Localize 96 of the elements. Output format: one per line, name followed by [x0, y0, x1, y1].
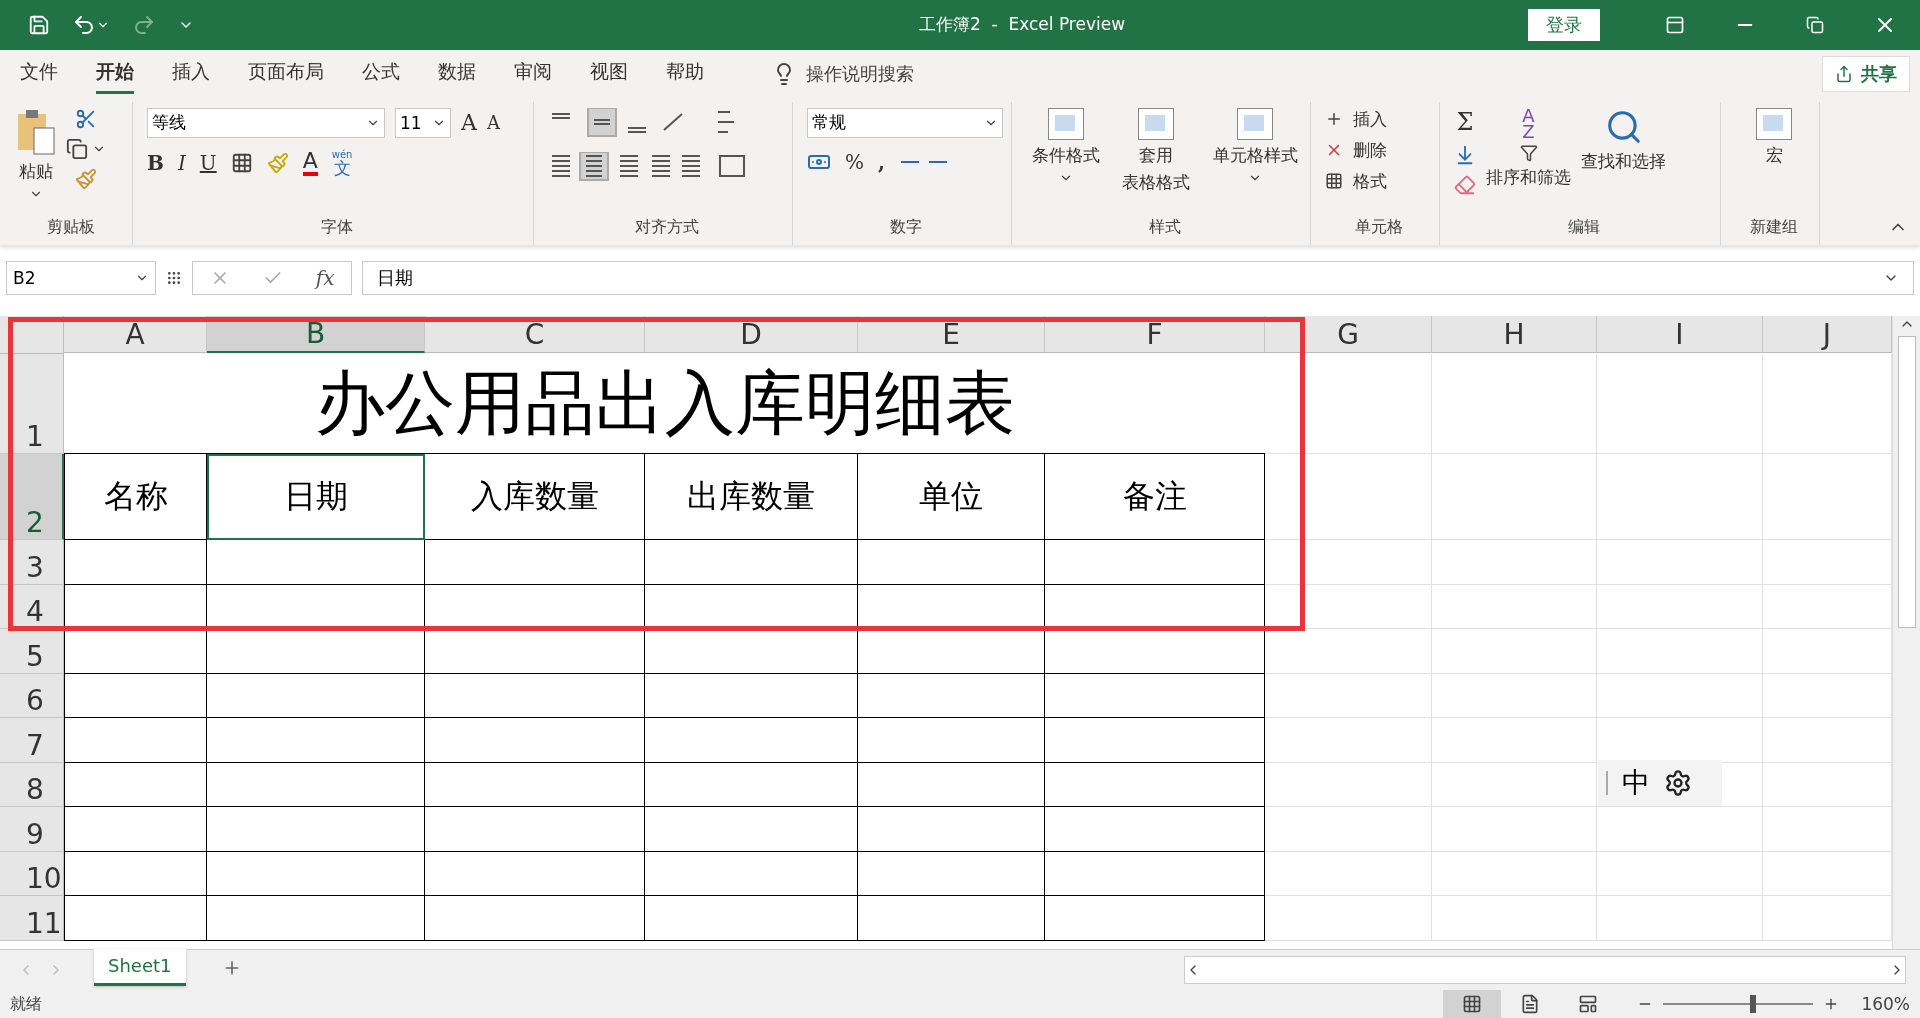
ribbon-tab[interactable]: 公式	[362, 53, 400, 95]
row-header[interactable]: 3	[0, 540, 64, 585]
format-cells-button[interactable]: 格式	[1325, 169, 1387, 193]
column-header[interactable]: J	[1763, 316, 1892, 354]
table-icon	[1138, 107, 1175, 140]
group-label: 剪贴板	[46, 217, 96, 239]
grid-icon	[1325, 172, 1343, 191]
column-header[interactable]: I	[1597, 316, 1763, 354]
view-icon[interactable]	[1462, 994, 1483, 1014]
ribbon-tab[interactable]: 页面布局	[248, 53, 324, 95]
name-box[interactable]: B2	[6, 261, 156, 296]
sheet-tab[interactable]: Sheet1	[94, 948, 186, 986]
row-header[interactable]: 8	[0, 762, 64, 808]
insert-function-button[interactable]: fx	[315, 266, 335, 291]
view-icon[interactable]	[1578, 994, 1599, 1014]
bold-button[interactable]: B	[147, 151, 164, 176]
table-cell: 备注	[1045, 454, 1265, 541]
horizontal-scrollbar[interactable]	[1184, 956, 1906, 985]
scissors-icon[interactable]	[75, 107, 97, 130]
input-mode-label[interactable]: 中	[1622, 764, 1650, 802]
window-title: 工作簿2 - Excel Preview	[917, 13, 1127, 37]
group-label: 编辑	[1567, 217, 1601, 239]
cell-style-icon	[1237, 107, 1274, 140]
group-label: 样式	[1148, 217, 1182, 239]
borders-icon[interactable]	[230, 152, 253, 175]
filter-icon	[1519, 144, 1538, 163]
ribbon-tab[interactable]: 数据	[438, 53, 476, 95]
table-cell: 名称	[64, 454, 207, 541]
title-cell: 办公用品出入库明细表	[64, 354, 1265, 455]
paste-button[interactable]: 粘贴	[16, 107, 56, 201]
table-cell: 单位	[858, 454, 1045, 541]
delete-cells-button[interactable]: 删除	[1325, 138, 1387, 162]
grip-icon	[166, 270, 182, 287]
row-header[interactable]: 10	[0, 851, 64, 897]
find-select-button[interactable]: 查找和选择	[1581, 107, 1666, 173]
clipboard-icon	[16, 107, 56, 156]
formula-field[interactable]: 日期	[362, 261, 1914, 296]
macro-icon	[1756, 107, 1792, 140]
restore-icon[interactable]	[1806, 15, 1824, 34]
vertical-scrollbar[interactable]	[1892, 316, 1920, 950]
sort-filter-button[interactable]: A Z 排序和筛选	[1486, 107, 1571, 190]
table-cell: 出库数量	[645, 454, 858, 541]
row-header[interactable]: 11	[0, 896, 64, 941]
row-header[interactable]: 5	[0, 629, 64, 674]
cell-styles-button[interactable]: 单元格样式	[1212, 107, 1298, 185]
eraser-icon[interactable]	[1454, 173, 1476, 196]
group-label: 数字	[889, 217, 923, 239]
shrink-font-button[interactable]: A	[486, 112, 500, 134]
settings-icon[interactable]	[1664, 769, 1692, 797]
autosum-button[interactable]: Σ	[1456, 107, 1474, 136]
sign-in-button[interactable]: 登录	[1528, 8, 1600, 41]
row-header[interactable]: 6	[0, 673, 64, 719]
font-name-field[interactable]: 等线	[147, 107, 385, 138]
scroll-thumb[interactable]	[1897, 336, 1916, 629]
ribbon-tab[interactable]: 插入	[172, 53, 210, 95]
row-header[interactable]: 7	[0, 718, 64, 763]
tell-me-search[interactable]: 操作说明搜索	[806, 61, 914, 86]
grow-font-button[interactable]: A	[461, 110, 477, 136]
save-icon[interactable]	[28, 13, 50, 36]
font-size-field[interactable]: 11	[395, 107, 451, 138]
zoom-level[interactable]: 160%	[1861, 994, 1910, 1014]
ribbon-tab[interactable]: 视图	[590, 53, 628, 95]
font-color-button[interactable]: A	[302, 150, 318, 177]
share-icon	[1835, 64, 1853, 83]
conditional-format-button[interactable]: 条件格式	[1032, 107, 1101, 185]
group-label: 字体	[320, 217, 354, 239]
ribbon-tab[interactable]: 文件	[20, 53, 58, 95]
group-label: 对齐方式	[634, 217, 700, 239]
format-as-table-button[interactable]: 套用 表格格式	[1122, 107, 1191, 194]
column-header[interactable]: G	[1265, 316, 1432, 354]
insert-cells-button[interactable]: 插入	[1325, 107, 1387, 131]
table-cell: 入库数量	[425, 454, 645, 541]
column-header[interactable]: H	[1432, 316, 1597, 354]
group-label: 新建组	[1749, 217, 1799, 239]
share-button[interactable]: 共享	[1822, 55, 1910, 92]
group-label: 单元格	[1354, 217, 1404, 239]
ribbon-tab[interactable]: 审阅	[514, 53, 552, 95]
number-format-field[interactable]: 常规	[807, 107, 1003, 138]
phonetic-button[interactable]: wén 文	[331, 149, 353, 177]
percent-button[interactable]: %	[845, 149, 864, 174]
status-text: 就绪	[10, 993, 42, 1015]
copy-icon[interactable]	[66, 137, 88, 160]
row-header[interactable]: 9	[0, 807, 64, 852]
conditional-format-icon	[1048, 107, 1085, 140]
row-header[interactable]: 2	[0, 454, 64, 541]
ribbon-tab[interactable]: 帮助	[666, 53, 704, 95]
zoom-thumb[interactable]	[1750, 995, 1757, 1013]
ribbon-display-icon[interactable]	[1665, 14, 1685, 35]
italic-button[interactable]: I	[177, 151, 186, 176]
ribbon-tab[interactable]: 开始	[96, 53, 134, 95]
table-cell: 日期	[207, 454, 425, 541]
macro-button[interactable]: 宏	[1756, 107, 1792, 167]
underline-button[interactable]: U	[199, 151, 217, 176]
view-button[interactable]	[1443, 990, 1502, 1018]
row-header[interactable]: 1	[0, 354, 64, 455]
comma-button[interactable]: ,	[878, 149, 885, 174]
